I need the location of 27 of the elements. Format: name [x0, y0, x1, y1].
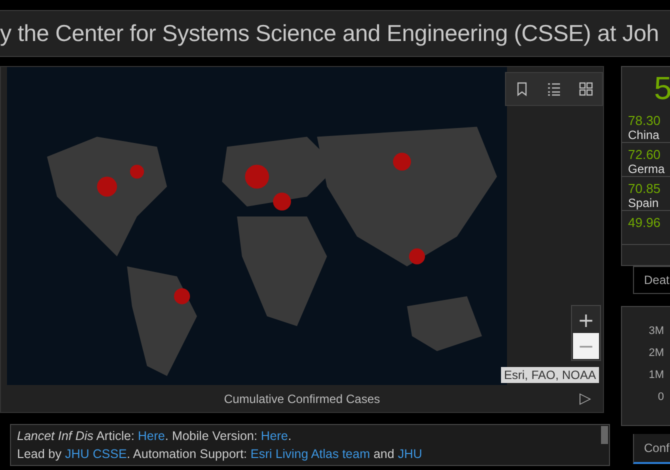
link[interactable]: Here: [260, 429, 288, 443]
country-name: China: [628, 128, 660, 143]
dashboard-title: y the Center for Systems Science and Engineering (CSSE) at Joh: [0, 20, 659, 47]
credit-line: Lead by JHU CSSE. Automation Support: Esri Living Atlas team and JHU: [17, 446, 424, 463]
link[interactable]: JHU CSSE: [64, 447, 127, 461]
axis-tick-label: 2M: [648, 347, 664, 361]
axis-tick-label: 3M: [648, 325, 664, 339]
link[interactable]: Here: [138, 429, 165, 443]
country-name: Spain: [628, 196, 660, 211]
list-icon[interactable]: [546, 81, 562, 97]
stat-value: 78.30: [628, 113, 662, 128]
stat-value: 72.60: [628, 147, 662, 162]
stat-value: 49.96: [628, 215, 662, 230]
axis-tick-label: 0: [656, 391, 664, 405]
link[interactable]: JHU: [398, 447, 422, 461]
grid-icon[interactable]: [578, 81, 594, 97]
map-caption: Cumulative Confirmed Cases: [224, 392, 380, 406]
tab[interactable]: Conf: [633, 434, 670, 464]
next-button[interactable]: ▷: [579, 389, 591, 407]
axis-tick-label: 1M: [648, 369, 664, 383]
credit-line: Lancet Inf Dis Article: Here. Mobile Version: Here.: [17, 428, 292, 445]
stat-value: 70.85: [628, 181, 662, 196]
link[interactable]: Esri Living Atlas team: [250, 447, 370, 461]
map-attribution: Esri, FAO, NOAA: [500, 367, 599, 383]
country-name: Germa: [628, 162, 666, 177]
scrollbar[interactable]: [601, 426, 608, 444]
tab[interactable]: Deat: [633, 266, 670, 294]
